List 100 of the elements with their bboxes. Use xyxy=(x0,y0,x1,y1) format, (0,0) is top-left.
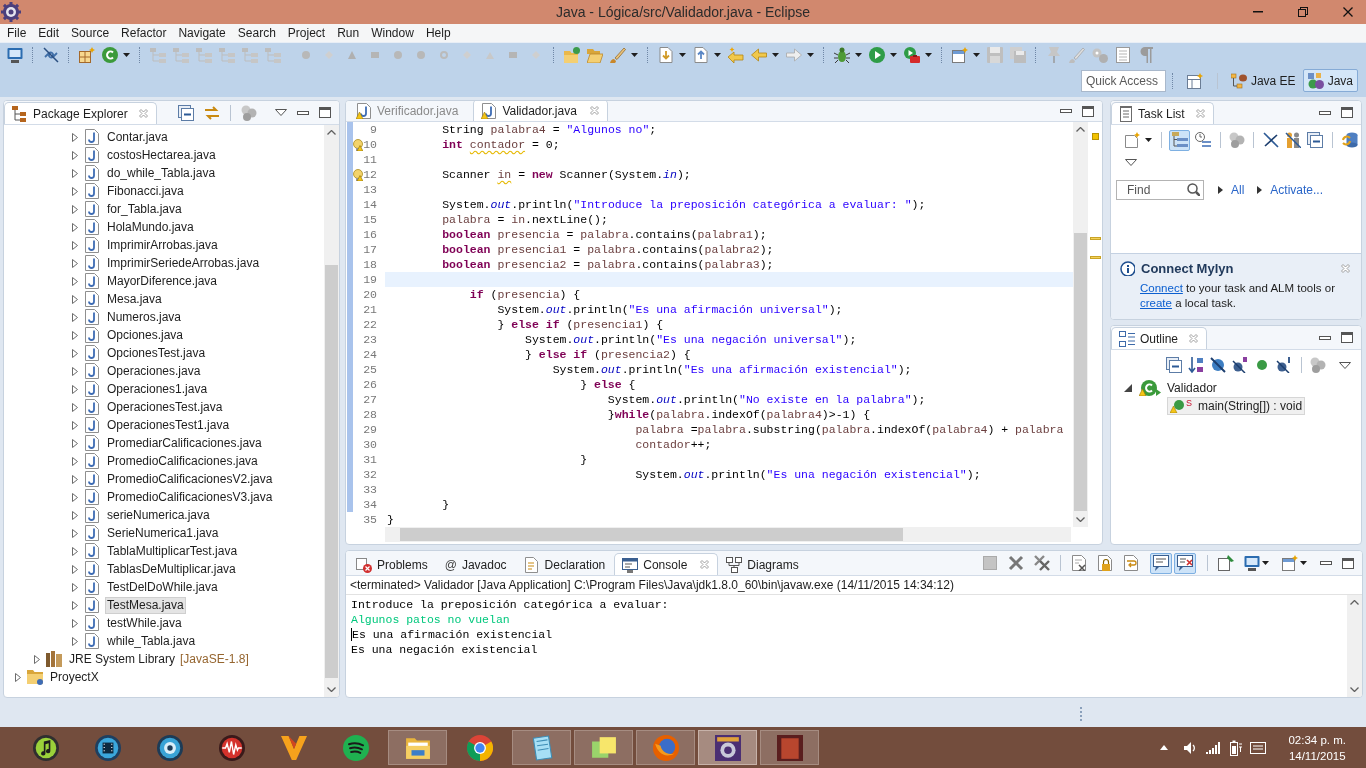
caret-icon[interactable] xyxy=(890,53,897,57)
tree-item[interactable]: Operaciones1.java xyxy=(105,380,210,398)
collapse-icon[interactable] xyxy=(178,104,194,121)
collapsed-triangle-icon[interactable] xyxy=(72,564,78,574)
monitor-icon[interactable] xyxy=(6,47,23,63)
cross-lines-icon[interactable] xyxy=(1263,132,1279,148)
slashed-ball-icon[interactable] xyxy=(1232,357,1248,373)
clock-date[interactable]: 14/11/2015 xyxy=(1288,747,1346,764)
minimize-icon[interactable] xyxy=(1319,110,1331,115)
sort-icon[interactable] xyxy=(1188,357,1204,373)
left-arrow-star-icon[interactable] xyxy=(727,47,744,63)
collapsed-triangle-icon[interactable] xyxy=(72,258,78,268)
taskbar-button[interactable] xyxy=(574,730,633,765)
tree-item[interactable]: PromedioCalificaciones.java xyxy=(105,452,260,470)
document-arrow-icon[interactable] xyxy=(657,47,674,63)
collapsed-triangle-icon[interactable] xyxy=(72,240,78,250)
taskbar-button[interactable] xyxy=(698,730,757,765)
collapsed-triangle-icon[interactable] xyxy=(72,636,78,646)
battery-plug-icon[interactable] xyxy=(1230,739,1243,756)
view-tab[interactable]: Task List xyxy=(1111,102,1214,124)
clock-time[interactable]: 02:34 p. m. xyxy=(1288,731,1346,748)
taskbar-button[interactable] xyxy=(388,730,447,765)
double-x-icon[interactable] xyxy=(1034,555,1050,571)
minimize-icon[interactable] xyxy=(1320,561,1332,565)
caret-icon[interactable] xyxy=(631,53,638,57)
tree-item[interactable]: OperacionesTest1.java xyxy=(105,416,232,434)
view-tab[interactable]: Package Explorer xyxy=(4,102,157,124)
view-tab[interactable]: Problems xyxy=(348,553,437,575)
caret-icon[interactable] xyxy=(925,53,932,57)
maximize-icon[interactable] xyxy=(319,107,331,118)
view-tab[interactable]: Diagrams xyxy=(718,553,808,575)
scrollbar-thumb[interactable] xyxy=(1074,233,1087,511)
slashed-circle-icon[interactable] xyxy=(1210,357,1226,373)
scrollbar-thumb[interactable] xyxy=(400,528,903,541)
scrollbar[interactable] xyxy=(1347,595,1362,697)
play-toolbox-icon[interactable] xyxy=(903,47,920,63)
collapsed-triangle-icon[interactable] xyxy=(72,528,78,538)
tree-item[interactable]: ImprimirArrobas.java xyxy=(105,236,220,254)
menu-triangle-icon[interactable] xyxy=(1125,159,1137,166)
collapsed-triangle-icon[interactable] xyxy=(72,582,78,592)
tree-item[interactable]: TablasDeMultiplicar.java xyxy=(105,560,238,578)
spheres-icon[interactable] xyxy=(1310,357,1326,373)
dot-icon[interactable] xyxy=(416,51,425,59)
tree-item[interactable]: ProyectX xyxy=(48,668,101,686)
tree-item[interactable]: TestDelDoWhile.java xyxy=(105,578,220,596)
pin-window-icon[interactable] xyxy=(1218,555,1234,571)
view-tab[interactable]: Validador.java xyxy=(473,101,608,121)
collapsed-triangle-icon[interactable] xyxy=(72,276,78,286)
collapsed-triangle-icon[interactable] xyxy=(72,186,78,196)
collapsed-triangle-icon[interactable] xyxy=(72,474,78,484)
tree-item[interactable]: Operaciones.java xyxy=(105,362,203,380)
minimize-icon[interactable] xyxy=(297,110,309,115)
collapsed-triangle-icon[interactable] xyxy=(72,438,78,448)
tree-item[interactable]: Opciones.java xyxy=(105,326,186,344)
maximize-icon[interactable] xyxy=(1342,557,1354,569)
collapsed-triangle-icon[interactable] xyxy=(72,546,78,556)
collapsed-triangle-icon[interactable] xyxy=(72,384,78,394)
collapsed-triangle-icon[interactable] xyxy=(72,294,78,304)
tree-item[interactable]: Mesa.java xyxy=(105,290,164,308)
collapsed-triangle-icon[interactable] xyxy=(72,420,78,430)
chevron-icon[interactable] xyxy=(280,734,307,761)
scrollbar[interactable] xyxy=(385,527,1071,542)
slashed-link-icon[interactable] xyxy=(42,47,59,63)
collapsed-triangle-icon[interactable] xyxy=(72,510,78,520)
dot-icon[interactable] xyxy=(1257,360,1267,370)
minimize-icon[interactable] xyxy=(1319,335,1331,340)
signal-bars-icon[interactable] xyxy=(1206,741,1221,754)
collapse-icon[interactable] xyxy=(1307,132,1323,148)
tree-item[interactable]: TestMesa.java xyxy=(105,596,186,614)
minimize-icon[interactable] xyxy=(1060,109,1072,113)
quick-access-field[interactable]: Quick Access xyxy=(1080,69,1166,92)
search-field[interactable]: Find xyxy=(1116,180,1204,200)
menu-triangle-icon[interactable] xyxy=(275,109,287,116)
document-lock-icon[interactable] xyxy=(1097,555,1113,571)
tree-item[interactable]: Validador xyxy=(1136,379,1220,397)
speaker-icon[interactable] xyxy=(1184,740,1198,755)
tree-item[interactable]: do_while_Tabla.java xyxy=(105,164,218,182)
text-link[interactable]: create xyxy=(1140,296,1172,309)
film-icon[interactable] xyxy=(94,734,121,761)
tree-item[interactable]: Fibonacci.java xyxy=(105,182,186,200)
sound-arcs-icon[interactable] xyxy=(342,734,369,761)
caret-icon[interactable] xyxy=(1262,561,1269,565)
document-wrap-icon[interactable] xyxy=(1123,555,1139,571)
class-icon[interactable] xyxy=(101,47,118,63)
collapsed-triangle-icon[interactable] xyxy=(72,348,78,358)
caret-icon[interactable] xyxy=(1300,561,1307,565)
search-icon[interactable] xyxy=(1187,183,1200,196)
caret-icon[interactable] xyxy=(855,53,862,57)
collapse-icon[interactable] xyxy=(1166,357,1182,373)
warning-marker[interactable] xyxy=(1091,133,1099,140)
music-note-icon[interactable] xyxy=(32,734,59,761)
document-x-icon[interactable] xyxy=(1071,555,1087,571)
collapsed-triangle-icon[interactable] xyxy=(15,672,21,682)
collapsed-triangle-icon[interactable] xyxy=(72,204,78,214)
filter-link[interactable]: All xyxy=(1231,181,1245,199)
tree-item[interactable]: ImprimirSeriedeArrobas.java xyxy=(105,254,262,272)
menu-item[interactable]: Refactor xyxy=(115,24,173,42)
collapsed-triangle-icon[interactable] xyxy=(72,366,78,376)
tree-item[interactable]: MayorDiference.java xyxy=(105,272,220,290)
view-tab[interactable]: Outline xyxy=(1111,327,1208,349)
